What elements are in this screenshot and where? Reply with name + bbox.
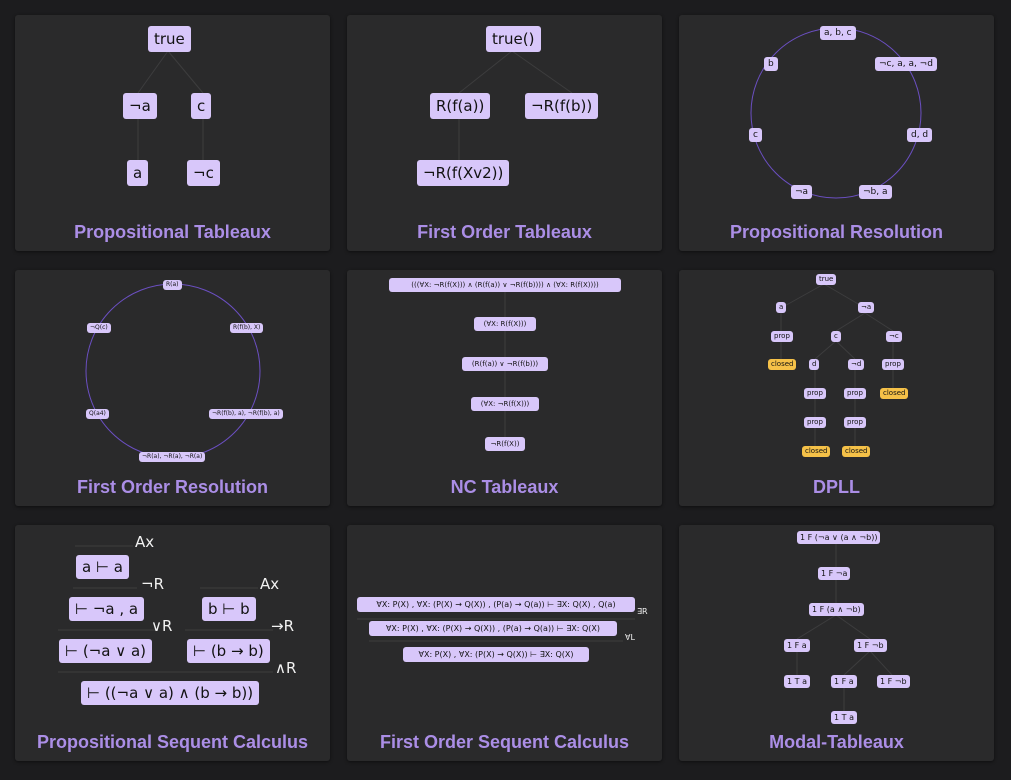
card-nc-tableaux[interactable]: (((∀X: ¬R(f(X))) ∧ (R(f(a)) ∨ ¬R(f(b))))… <box>347 270 662 506</box>
card-dpll[interactable]: true a ¬a prop c ¬c closed d ¬d prop pro… <box>679 270 994 506</box>
tree-edges <box>780 283 894 446</box>
tree-node: (((∀X: ¬R(f(X))) ∧ (R(f(a)) ∨ ¬R(f(b))))… <box>389 278 621 292</box>
dpll-node: a <box>776 302 787 313</box>
clause-node: ¬Q(c) <box>87 323 111 333</box>
dpll-node: prop <box>844 388 866 399</box>
dpll-node: prop <box>882 359 904 370</box>
clause-node: ¬a <box>791 185 813 199</box>
tree-node: (∀X: R(f(X))) <box>474 317 536 331</box>
tree-node: 1 T a <box>831 711 857 724</box>
tree-node: 1 F a <box>831 675 857 688</box>
tree-node: 1 F (a ∧ ¬b) <box>809 603 864 616</box>
card-propositional-tableaux[interactable]: true ¬a c a ¬c Propositional Tableaux <box>15 15 330 251</box>
sequent-node: ⊢ ((¬a ∨ a) ∧ (b → b)) <box>81 681 260 705</box>
rule-label: ¬R <box>141 575 164 593</box>
sequent-node: ∀X: P(X) , ∀X: (P(X) → Q(X)) ⊢ ∃X: Q(X) <box>403 647 589 662</box>
sequent-node: a ⊢ a <box>76 555 129 579</box>
tree-node: a <box>127 160 149 186</box>
dpll-node: ¬d <box>848 359 865 370</box>
clause-node: ¬R(f(b), a), ¬R(f(b), a) <box>209 409 283 419</box>
sequent-node: ⊢ (b → b) <box>187 639 270 663</box>
rule-label: ∧R <box>275 659 297 677</box>
tree-node: 1 F ¬a <box>818 567 851 580</box>
dpll-node: d <box>809 359 820 370</box>
tree-node: ¬R(f(X)) <box>485 437 525 451</box>
tree-node: 1 F a <box>784 639 810 652</box>
card-title: First Order Resolution <box>76 477 269 497</box>
clause-node: c <box>749 128 762 142</box>
clause-node: a, b, c <box>820 26 856 40</box>
sequent-node: ∀X: P(X) , ∀X: (P(X) → Q(X)) , (P(a) → Q… <box>369 621 617 636</box>
card-title: NC Tableaux <box>450 477 559 497</box>
card-title: Propositional Tableaux <box>74 222 271 242</box>
rule-label: ∨R <box>151 617 173 635</box>
dpll-node: prop <box>771 331 793 342</box>
clause-node: ¬b, a <box>859 185 892 199</box>
tree-edges <box>796 543 893 711</box>
card-title: First Order Sequent Calculus <box>379 732 630 752</box>
tree-node: true <box>148 26 191 52</box>
tree-node: (∀X: ¬R(f(X))) <box>471 397 539 411</box>
tree-node: 1 F ¬b <box>854 639 887 652</box>
clause-node: R(f(b), X) <box>230 323 264 333</box>
rule-label: Ax <box>260 575 280 593</box>
sequent-node: ⊢ (¬a ∨ a) <box>59 639 153 663</box>
card-first-order-resolution[interactable]: R(a) R(f(b), X) ¬R(f(b), a), ¬R(f(b), a)… <box>15 270 330 506</box>
dpll-node: prop <box>844 417 866 428</box>
clause-node: Q(a4) <box>86 409 109 419</box>
card-title: DPLL <box>813 477 860 497</box>
card-title: First Order Tableaux <box>417 222 592 242</box>
card-title: Propositional Resolution <box>729 222 943 242</box>
tree-node: ¬c <box>187 160 220 186</box>
dpll-node: ¬c <box>886 331 902 342</box>
dpll-node: prop <box>804 417 826 428</box>
tree-node: c <box>191 93 212 119</box>
tree-node: 1 F (¬a ∨ (a ∧ ¬b)) <box>797 531 881 544</box>
tree-node: ¬a <box>123 93 157 119</box>
clause-node: ¬c, a, a, ¬d <box>875 57 937 71</box>
dpll-closed-node: closed <box>880 388 909 399</box>
tree-node: 1 T a <box>784 675 810 688</box>
card-first-order-tableaux[interactable]: true() R(f(a)) ¬R(f(b)) ¬R(f(Xv2)) First… <box>347 15 662 251</box>
rule-label: →R <box>271 617 294 635</box>
card-first-order-sequent-calculus[interactable]: ∀X: P(X) , ∀X: (P(X) → Q(X)) , (P(a) → Q… <box>347 525 662 761</box>
tree-node: R(f(a)) <box>430 93 491 119</box>
card-title: Modal-Tableaux <box>769 732 904 752</box>
dpll-node: true <box>816 274 837 285</box>
dpll-closed-node: closed <box>768 359 797 370</box>
card-modal-tableaux[interactable]: 1 F (¬a ∨ (a ∧ ¬b)) 1 F ¬a 1 F (a ∧ ¬b) … <box>679 525 994 761</box>
card-propositional-resolution[interactable]: a, b, c ¬c, a, a, ¬d d, d ¬b, a ¬a c b P… <box>679 15 994 251</box>
card-propositional-sequent-calculus[interactable]: Ax a ⊢ a ¬R Ax ⊢ ¬a , a b ⊢ b ∨R →R ⊢ (¬… <box>15 525 330 761</box>
dpll-closed-node: closed <box>842 446 871 457</box>
dpll-node: ¬a <box>858 302 875 313</box>
dpll-node: prop <box>804 388 826 399</box>
tree-node: (R(f(a)) ∨ ¬R(f(b))) <box>462 357 548 371</box>
tree-node: true() <box>486 26 541 52</box>
clause-node: ¬R(a), ¬R(a), ¬R(a) <box>139 452 206 462</box>
dpll-node: c <box>831 331 841 342</box>
rule-label: Ax <box>135 533 155 551</box>
rule-label: ∃R <box>637 607 648 616</box>
clause-node: R(a) <box>163 280 182 290</box>
tree-node: 1 F ¬b <box>877 675 910 688</box>
sequent-node: b ⊢ b <box>202 597 256 621</box>
sequent-node: ∀X: P(X) , ∀X: (P(X) → Q(X)) , (P(a) → Q… <box>357 597 635 612</box>
resolution-circle <box>750 27 922 199</box>
clause-node: b <box>764 57 778 71</box>
sequent-node: ⊢ ¬a , a <box>69 597 145 621</box>
dpll-closed-node: closed <box>802 446 831 457</box>
rule-label: ∀L <box>625 633 635 642</box>
tree-node: ¬R(f(Xv2)) <box>417 160 510 186</box>
resolution-circle <box>85 283 261 459</box>
card-title: Propositional Sequent Calculus <box>36 732 309 752</box>
tree-node: ¬R(f(b)) <box>525 93 599 119</box>
clause-node: d, d <box>907 128 933 142</box>
